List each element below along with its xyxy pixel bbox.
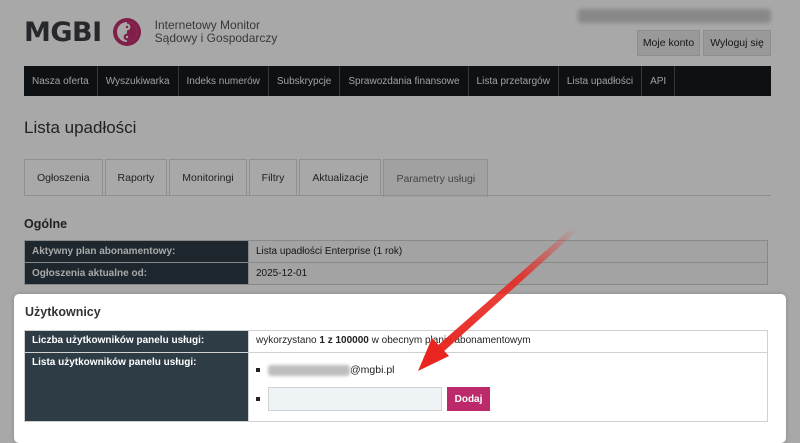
main-nav: Nasza oferta Wyszukiwarka Indeks numerów… (24, 66, 771, 96)
users-table: Liczba użytkowników panelu usługi: wykor… (24, 330, 768, 422)
page-title: Lista upadłości (24, 118, 137, 137)
user-list-value: @mgbi.pl Dodaj (248, 352, 768, 422)
user-count-prefix: wykorzystano (256, 335, 320, 346)
add-user-button[interactable]: Dodaj (447, 387, 490, 411)
user-email-redacted-local (268, 364, 350, 376)
logout-button[interactable]: Wyloguj się (703, 30, 771, 56)
table-row: Lista użytkowników panelu usługi: @mgbi.… (24, 352, 768, 422)
bullet-icon (256, 397, 260, 401)
nav-item-sprawozdania[interactable]: Sprawozdania finansowe (340, 66, 469, 96)
tab-parametry-uslugi[interactable]: Parametry usługi (383, 159, 489, 197)
logo-mark-icon (112, 18, 141, 46)
plan-value: Lista upadłości Enterprise (1 rok) (248, 240, 768, 263)
user-count-bold: 1 z 100000 (319, 335, 369, 346)
tab-monitoringi[interactable]: Monitoringi (169, 159, 247, 195)
nav-item-indeks-numerow[interactable]: Indeks numerów (179, 66, 269, 96)
logo-text: MGBI (24, 16, 102, 48)
valid-from-value: 2025-12-01 (248, 262, 768, 285)
tabs: Ogłoszenia Raporty Monitoringi Filtry Ak… (24, 159, 490, 197)
tabs-divider (24, 195, 771, 196)
table-row: Ogłoszenia aktualne od: 2025-12-01 (24, 262, 768, 285)
user-email-domain: @mgbi.pl (350, 364, 395, 376)
user-count-suffix: w obecnym planie abonamentowym (368, 335, 531, 346)
logo-tagline: Internetowy Monitor Sądowy i Gospodarczy (155, 19, 278, 45)
nav-item-nasza-oferta[interactable]: Nasza oferta (24, 66, 98, 96)
user-email-redacted (578, 9, 771, 23)
general-table: Aktywny plan abonamentowy: Lista upadłoś… (24, 240, 768, 285)
list-item: @mgbi.pl (256, 364, 760, 376)
users-section-highlight: Użytkownicy Liczba użytkowników panelu u… (14, 294, 786, 443)
new-user-input[interactable] (268, 387, 442, 411)
tab-filtry[interactable]: Filtry (248, 159, 298, 195)
plan-key: Aktywny plan abonamentowy: (24, 240, 249, 263)
tagline-line-2: Sądowy i Gospodarczy (154, 31, 278, 45)
section-title-users: Użytkownicy (25, 305, 101, 319)
table-row: Aktywny plan abonamentowy: Lista upadłoś… (24, 240, 768, 263)
logo[interactable]: MGBI Internetowy Monitor Sądowy i Gospod… (24, 16, 277, 48)
my-account-button[interactable]: Moje konto (637, 30, 700, 56)
list-item: Dodaj (256, 387, 760, 411)
user-count-key: Liczba użytkowników panelu usługi: (24, 330, 249, 353)
nav-item-lista-przetargow[interactable]: Lista przetargów (469, 66, 559, 96)
valid-from-key: Ogłoszenia aktualne od: (24, 262, 249, 285)
bullet-icon (256, 368, 260, 372)
nav-item-wyszukiwarka[interactable]: Wyszukiwarka (98, 66, 179, 96)
nav-item-lista-upadlosci[interactable]: Lista upadłości (559, 66, 643, 96)
nav-item-api[interactable]: API (642, 66, 676, 96)
tab-ogloszenia[interactable]: Ogłoszenia (24, 159, 103, 195)
tab-raporty[interactable]: Raporty (104, 159, 168, 195)
nav-item-subskrypcje[interactable]: Subskrypcje (269, 66, 341, 96)
user-list-key: Lista użytkowników panelu usługi: (24, 352, 249, 422)
table-row: Liczba użytkowników panelu usługi: wykor… (24, 330, 768, 353)
tab-aktualizacje[interactable]: Aktualizacje (299, 159, 382, 195)
section-title-general: Ogólne (24, 217, 68, 231)
user-count-value: wykorzystano 1 z 100000 w obecnym planie… (248, 330, 768, 353)
